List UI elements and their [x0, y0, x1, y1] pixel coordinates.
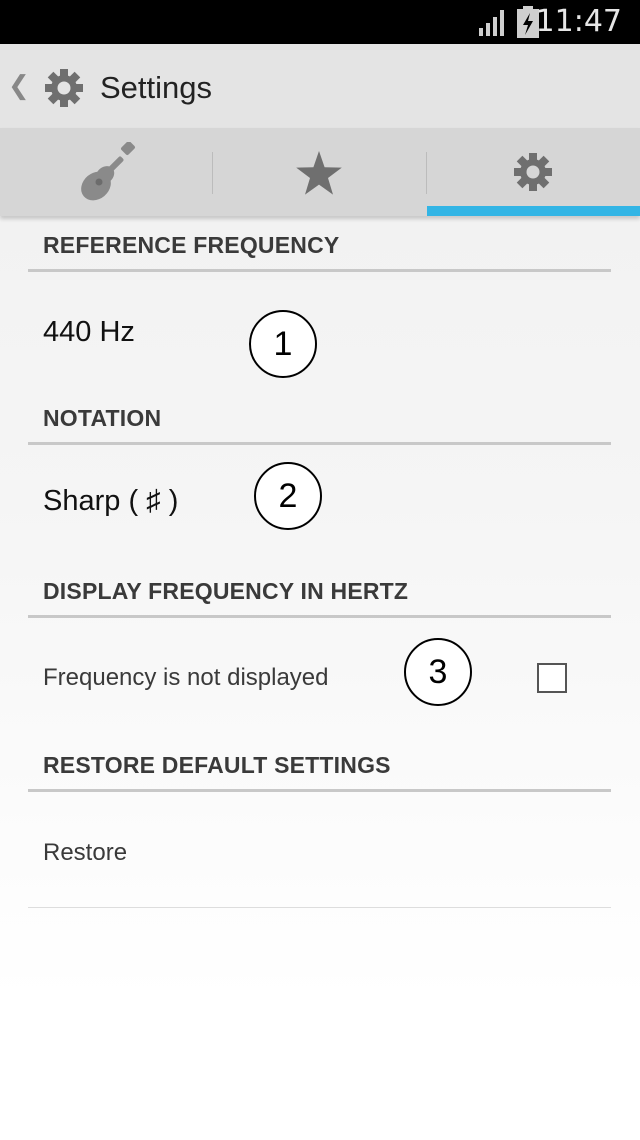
reference-frequency-item[interactable]: 440 Hz: [28, 272, 611, 392]
gear-icon[interactable]: [44, 68, 84, 108]
restore-label: Restore: [43, 839, 128, 866]
annotation-2: 2: [254, 462, 322, 530]
status-time: 11:47: [535, 4, 622, 39]
status-bar: 11:47: [0, 0, 640, 44]
list-divider: [28, 907, 611, 908]
section-title: RESTORE DEFAULT SETTINGS: [43, 752, 391, 778]
notation-value: Sharp ( ♯ ): [43, 485, 179, 517]
section-title: NOTATION: [43, 405, 162, 431]
signal-icon: [479, 10, 504, 36]
section-title: DISPLAY FREQUENCY IN HERTZ: [43, 578, 409, 604]
tab-favorites[interactable]: [213, 128, 426, 216]
guitar-icon: [81, 142, 135, 201]
display-frequency-value: Frequency is not displayed: [43, 664, 329, 691]
display-frequency-checkbox[interactable]: [537, 663, 567, 693]
restore-item[interactable]: Restore: [28, 792, 611, 906]
section-header-notation: NOTATION: [28, 395, 611, 445]
selected-tab-indicator: [427, 206, 640, 216]
display-frequency-item[interactable]: Frequency is not displayed: [28, 618, 611, 738]
back-chevron-icon[interactable]: ❮: [8, 70, 30, 100]
section-title: REFERENCE FREQUENCY: [43, 232, 340, 258]
annotation-3: 3: [404, 638, 472, 706]
section-header-reference-frequency: REFERENCE FREQUENCY: [28, 222, 611, 272]
tab-settings[interactable]: [427, 128, 640, 216]
page-title: Settings: [100, 70, 213, 105]
gear-icon: [514, 153, 552, 191]
star-icon: [296, 151, 342, 195]
annotation-1: 1: [249, 310, 317, 378]
tab-bar: [0, 128, 640, 216]
reference-frequency-value: 440 Hz: [43, 316, 135, 348]
action-bar: ❮ Settings: [0, 44, 640, 128]
section-header-restore: RESTORE DEFAULT SETTINGS: [28, 742, 611, 792]
section-header-display-frequency: DISPLAY FREQUENCY IN HERTZ: [28, 568, 611, 618]
tab-tuner[interactable]: [0, 128, 213, 216]
